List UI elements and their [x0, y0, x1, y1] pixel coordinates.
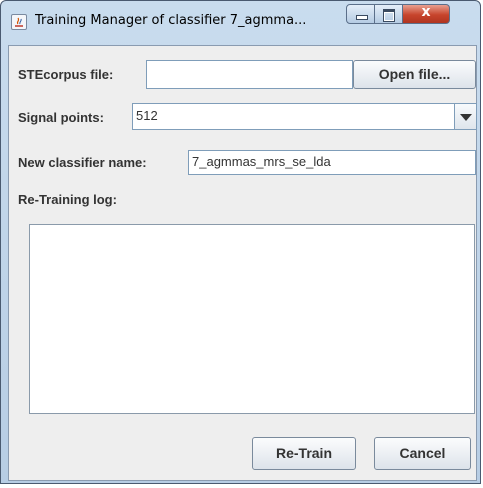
window-title: Training Manager of classifier 7_agmma..…	[35, 13, 307, 28]
corpus-file-label: STEcorpus file:	[18, 67, 114, 82]
corpus-file-field[interactable]	[146, 60, 353, 89]
minimize-icon	[356, 15, 368, 20]
close-button[interactable]: x	[403, 4, 450, 24]
retrain-button[interactable]: Re-Train	[252, 437, 356, 470]
open-file-button[interactable]: Open file...	[353, 60, 476, 89]
maximize-icon	[383, 9, 395, 22]
minimize-button[interactable]	[346, 4, 375, 24]
close-icon: x	[421, 4, 431, 20]
maximize-button[interactable]	[375, 4, 403, 24]
chevron-down-icon	[460, 114, 472, 121]
dialog-content: STEcorpus file: Open file... Signal poin…	[8, 45, 477, 481]
signal-points-combo[interactable]: 512	[132, 103, 477, 130]
retraining-log-area[interactable]	[29, 224, 475, 414]
signal-points-value: 512	[136, 108, 158, 123]
cancel-button[interactable]: Cancel	[374, 437, 471, 470]
title-bar[interactable]: Training Manager of classifier 7_agmma..…	[1, 1, 480, 45]
java-app-icon	[11, 14, 27, 30]
training-manager-window: Training Manager of classifier 7_agmma..…	[0, 0, 481, 484]
dropdown-button[interactable]	[454, 104, 476, 129]
signal-points-label: Signal points:	[18, 110, 104, 125]
classifier-name-label: New classifier name:	[18, 155, 147, 170]
classifier-name-field[interactable]: 7_agmmas_mrs_se_lda	[188, 150, 476, 175]
retraining-log-label: Re-Training log:	[18, 192, 117, 207]
